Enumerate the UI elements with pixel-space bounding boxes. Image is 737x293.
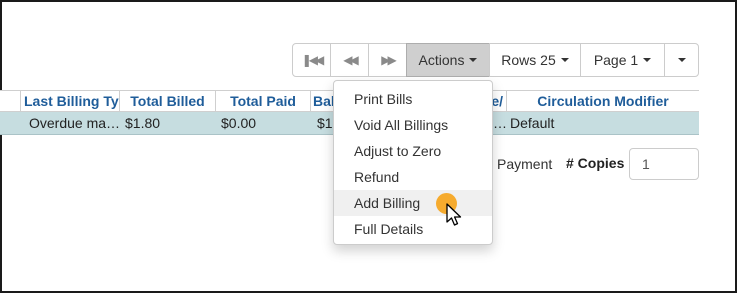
actions-menu: Print Bills Void All Billings Adjust to … (333, 80, 493, 245)
cell-circulation-modifier: Default (510, 115, 555, 131)
mouse-pointer-icon (446, 203, 462, 226)
previous-page-icon: ◀◀ (343, 53, 359, 67)
actions-label: Actions (418, 52, 465, 68)
rows-dropdown-button[interactable]: Rows 25 (489, 43, 581, 77)
chevron-down-icon (469, 58, 478, 62)
previous-page-button[interactable]: ◀◀ (330, 43, 369, 77)
column-header-last-billing-type[interactable]: Last Billing Ty (20, 91, 119, 112)
column-header-total-billed[interactable]: Total Billed (119, 91, 215, 112)
rows-label: Rows 25 (501, 52, 556, 68)
copies-input[interactable] (629, 148, 699, 180)
column-header-total-paid[interactable]: Total Paid (215, 91, 310, 112)
menu-item-print-bills[interactable]: Print Bills (334, 86, 492, 112)
menu-item-full-details[interactable]: Full Details (334, 216, 492, 242)
column-header-circulation-modifier[interactable]: Circulation Modifier (506, 91, 699, 112)
copies-label: # Copies (566, 155, 625, 171)
menu-item-adjust-to-zero[interactable]: Adjust to Zero (334, 138, 492, 164)
menu-item-add-billing[interactable]: Add Billing (334, 190, 492, 216)
menu-item-void-all-billings[interactable]: Void All Billings (334, 112, 492, 138)
actions-dropdown-button[interactable]: Actions (406, 43, 490, 77)
next-page-icon: ▶▶ (381, 53, 397, 67)
page-label: Page 1 (593, 52, 639, 68)
cell-date: … (493, 115, 507, 131)
chevron-down-icon (643, 58, 652, 62)
page-dropdown-button[interactable]: Page 1 (580, 43, 665, 77)
cell-total-paid: $0.00 (221, 115, 257, 131)
chevron-down-icon (560, 58, 569, 62)
cell-total-billed: $1.80 (125, 115, 161, 131)
first-page-button[interactable]: ❚◀◀ (292, 43, 331, 77)
pager-toolbar: ❚◀◀ ◀◀ ▶▶ Actions Rows 25 Page 1 (292, 43, 699, 77)
more-options-button[interactable] (664, 43, 699, 77)
chevron-down-icon (677, 58, 686, 62)
next-page-button[interactable]: ▶▶ (368, 43, 407, 77)
first-page-icon: ❚◀◀ (301, 53, 324, 67)
menu-item-refund[interactable]: Refund (334, 164, 492, 190)
cell-last-billing-type: Overdue ma… (29, 115, 121, 131)
payment-label: Payment (497, 156, 553, 172)
